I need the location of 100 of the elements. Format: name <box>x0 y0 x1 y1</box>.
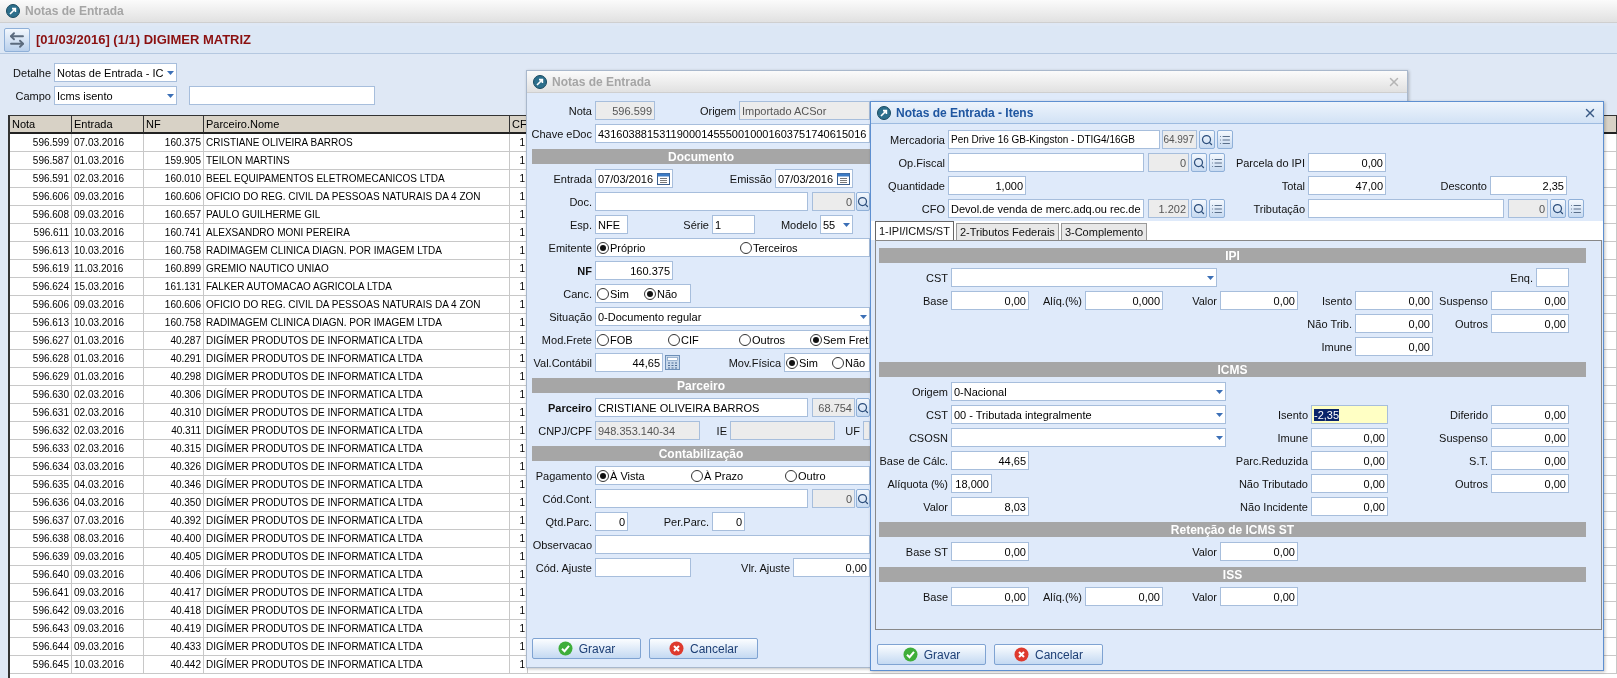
column-header[interactable]: Parceiro.Nome <box>204 116 510 134</box>
text-field[interactable]: 0,00 <box>1220 291 1298 310</box>
radio-option[interactable]: Sem Fret <box>810 333 869 346</box>
search-button[interactable] <box>1191 199 1207 218</box>
text-field[interactable]: 8,03 <box>951 497 1029 516</box>
radio-option[interactable]: FOB <box>597 333 668 346</box>
radio-option[interactable]: Sim <box>597 287 644 300</box>
date-field[interactable]: 07/03/2016 <box>595 169 673 188</box>
text-field[interactable]: 0,00 <box>1311 451 1388 470</box>
list-button[interactable] <box>1209 153 1225 172</box>
tab[interactable]: 1-IPI/ICMS/ST <box>875 221 954 240</box>
search-button[interactable] <box>1191 153 1207 172</box>
dropdown[interactable]: Notas de Entrada - IC <box>54 63 177 82</box>
search-button[interactable] <box>1550 199 1566 218</box>
save-button[interactable]: Gravar <box>877 644 986 665</box>
column-header[interactable]: Nota <box>10 116 72 134</box>
tab[interactable]: 3-Complemento <box>1060 223 1148 240</box>
text-field[interactable]: 0,00 <box>1491 428 1569 447</box>
radio-button[interactable] <box>597 241 609 254</box>
radio-button[interactable] <box>597 333 609 346</box>
text-field[interactable]: 0,00 <box>1355 314 1433 333</box>
text-field[interactable]: 0 <box>595 512 628 531</box>
text-field[interactable]: 0 <box>812 192 855 211</box>
text-field[interactable] <box>595 489 808 508</box>
text-field[interactable]: 1 <box>712 215 755 234</box>
text-field[interactable]: 44,65 <box>951 451 1029 470</box>
radio-option[interactable]: Outro <box>785 469 865 482</box>
text-field[interactable]: 0,00 <box>1491 314 1569 333</box>
text-field[interactable]: 68.754 <box>812 398 855 417</box>
radio-button[interactable] <box>739 333 751 346</box>
search-button[interactable] <box>856 398 870 417</box>
text-field[interactable]: 0,00 <box>951 291 1029 310</box>
text-field[interactable]: 0,00 <box>1355 291 1433 310</box>
date-field[interactable]: 07/03/2016 <box>775 169 853 188</box>
radio-option[interactable]: CIF <box>668 333 739 346</box>
radio-button[interactable] <box>691 469 703 482</box>
radio-button[interactable] <box>668 333 680 346</box>
list-button[interactable] <box>1568 199 1584 218</box>
text-field[interactable] <box>595 535 870 554</box>
list-button[interactable] <box>1209 199 1225 218</box>
text-field[interactable] <box>1536 268 1569 287</box>
text-field[interactable]: Pen Drive 16 GB-Kingston - DTIG4/16GB <box>948 130 1160 149</box>
radio-option[interactable]: Próprio <box>597 241 740 254</box>
text-field[interactable] <box>863 421 870 440</box>
radio-button[interactable] <box>810 333 822 346</box>
search-button[interactable] <box>1199 130 1215 149</box>
list-button[interactable] <box>1217 130 1233 149</box>
cancel-button[interactable]: Cancelar <box>649 638 758 659</box>
text-field[interactable]: 0,00 <box>1220 542 1298 561</box>
save-button[interactable]: Gravar <box>532 638 641 659</box>
text-field[interactable] <box>595 558 691 577</box>
text-field[interactable]: 596.599 <box>595 101 655 120</box>
text-field[interactable]: 0,00 <box>1491 474 1569 493</box>
radio-option[interactable]: Não <box>832 356 869 369</box>
text-field[interactable]: 1.202 <box>1148 199 1189 218</box>
calculator-icon[interactable] <box>665 355 680 370</box>
radio-option[interactable]: Terceiros <box>740 241 860 254</box>
text-field[interactable]: -2,35 <box>1311 405 1388 424</box>
radio-button[interactable] <box>644 287 656 300</box>
radio-button[interactable] <box>786 356 798 369</box>
dropdown[interactable]: Icms isento <box>54 86 177 105</box>
text-field[interactable] <box>730 421 835 440</box>
text-field[interactable]: 0 <box>1148 153 1189 172</box>
text-field[interactable]: 0,00 <box>1311 474 1388 493</box>
radio-button[interactable] <box>832 356 844 369</box>
radio-option[interactable]: Sim <box>786 356 832 369</box>
text-field[interactable]: 0,00 <box>1311 497 1388 516</box>
search-button[interactable] <box>856 489 870 508</box>
text-field[interactable]: 0,00 <box>1311 428 1388 447</box>
radio-button[interactable] <box>740 241 752 254</box>
search-button[interactable] <box>856 192 870 211</box>
text-field[interactable]: 160.375 <box>595 261 673 280</box>
text-field[interactable]: 1,000 <box>948 176 1026 195</box>
text-field[interactable]: 0 <box>712 512 745 531</box>
text-field[interactable] <box>1308 199 1504 218</box>
text-field[interactable] <box>189 86 375 105</box>
text-field[interactable]: 43160388153119000145550010001603751740615016 <box>595 124 870 143</box>
text-field[interactable]: 0 <box>1508 199 1548 218</box>
text-field[interactable]: 0,00 <box>1085 587 1163 606</box>
text-field[interactable]: CRISTIANE OLIVEIRA BARROS <box>595 398 808 417</box>
text-field[interactable] <box>595 192 808 211</box>
text-field[interactable]: 47,00 <box>1308 176 1386 195</box>
tab[interactable]: 2-Tributos Federais <box>955 223 1059 240</box>
radio-option[interactable]: À Vista <box>597 469 691 482</box>
dropdown[interactable]: 0-Documento regular <box>595 307 870 326</box>
text-field[interactable]: 0,00 <box>1308 153 1386 172</box>
dropdown[interactable]: 0-Nacional <box>951 382 1226 401</box>
text-field[interactable]: 2,35 <box>1490 176 1567 195</box>
text-field[interactable]: Devol.de venda de merc.adq.ou rec.de <box>948 199 1144 218</box>
dropdown[interactable]: 00 - Tributada integralmente <box>951 405 1226 424</box>
text-field[interactable]: 0,00 <box>1491 291 1569 310</box>
cancel-button[interactable]: Cancelar <box>994 644 1103 665</box>
text-field[interactable]: 0,00 <box>1220 587 1298 606</box>
text-field[interactable]: 0,00 <box>951 542 1029 561</box>
text-field[interactable]: 948.353.140-34 <box>595 421 700 440</box>
column-header[interactable]: NF <box>144 116 204 134</box>
radio-option[interactable]: Não <box>644 287 690 300</box>
text-field[interactable]: Importado ACSor <box>739 101 870 120</box>
text-field[interactable]: 0,00 <box>1355 337 1433 356</box>
text-field[interactable]: NFE <box>595 215 628 234</box>
